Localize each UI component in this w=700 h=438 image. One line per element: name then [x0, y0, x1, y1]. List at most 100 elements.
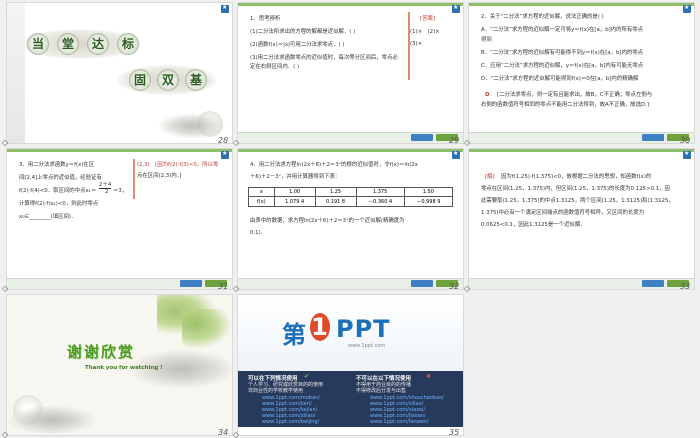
slide-text-line: 零点在区间(1.25，1.375)内，但区间(1.25，1.375)的长度为0.…: [481, 186, 670, 192]
data-table: x 1.00 1.25 1.375 1.50 f(x) 1.079 4 0.19…: [248, 187, 454, 207]
table-row: f(x) 1.079 4 0.191 8 －0.360 4 －0.998 9: [248, 196, 454, 207]
answer-text: 点在区间(2,3)内．]: [137, 173, 182, 179]
fraction-result: ＝3，: [113, 188, 128, 194]
slide-text-line: C．应用“二分法”求方程的近似解，y＝f(x)在[a，b]内有可能无零点: [481, 63, 644, 69]
slide-footer-bar: [469, 132, 694, 143]
slide-text-line: 得到: [481, 37, 492, 43]
table-cell: －0.360 4: [355, 196, 405, 207]
slide-footer-bar: [7, 278, 232, 289]
top-accent-bar: [469, 149, 694, 152]
slide-text-line: 此需要取(1.25，1.375)的中点1.3125，两个区间(1.25，1.31…: [481, 198, 674, 204]
slide-text-line: D．“二分法”求方程的近似解可能得到f(x)＝0在[a，b]内的精确解: [481, 76, 639, 82]
title-char-2: 堂: [57, 33, 79, 55]
slide-thumbnail-28[interactable]: 当 堂 达 标 固 双 基: [6, 2, 233, 144]
willow-leaves-decoration: [182, 309, 232, 349]
slide-footer-bar: [238, 132, 463, 143]
slide-star-icon: [683, 150, 691, 159]
slide-number: 29: [449, 136, 460, 145]
logo-char: 第: [282, 321, 307, 349]
slide-number: 34: [218, 428, 229, 437]
slide-text-line: A．“二分法”求方程的近似解一定可将y＝f(x)在[a，b]内的所有零点: [481, 27, 644, 33]
answer-text: (3)×: [410, 41, 423, 47]
slide-text-line: 3．用二分法求函数y＝f(x)在区: [19, 162, 95, 168]
slide-text-line: 1.375)中必有一个满足区间端点的函数值符号相异，又区间的长度为: [481, 210, 645, 216]
slide-text-line: 由表中的数据，求方程ln(2x＋6)＋2＝3ˣ的一个近似解(精确度为: [250, 218, 405, 224]
slide-text-line: 间[2,4]上零点的近似值，经验证有: [19, 175, 102, 181]
slide-star-icon: [452, 4, 460, 13]
table-cell: 1.079 4: [273, 196, 316, 207]
slide-text-line: 1．思考辨析: [250, 16, 281, 22]
ink-landscape-decoration: [7, 405, 97, 435]
title-char-4: 标: [117, 33, 139, 55]
slide-star-icon: [221, 150, 229, 159]
slide-text-line: f(2)·f(4)<0．取区间的中点x₁＝: [19, 188, 97, 194]
slide-text-line: 2．关于“二分法”求方程的近似解，说法正确的是( ): [481, 14, 604, 20]
slide-thumbnail-31[interactable]: 3．用二分法求函数y＝f(x)在区 间[2,4]上零点的近似值，经验证有 f(2…: [6, 148, 233, 290]
footer-nav-badge: [642, 134, 664, 141]
slide-star-icon: [683, 4, 691, 13]
logo-number: 1: [310, 313, 330, 341]
ink-landscape-decoration: [157, 113, 227, 139]
cross-icon: ✖: [426, 374, 432, 380]
slide-text-line: 0.0625<0.1，因此1.3125是一个近似解．: [481, 222, 586, 228]
footer-nav-badge: [642, 280, 664, 287]
allowed-item: 非商业性的学校教学使用: [248, 388, 304, 394]
slide-text-line: (1)二分法所求出的方程的解都是近似解．( ): [250, 29, 356, 35]
allowed-heading: 可以在下列情况使用: [248, 376, 298, 382]
top-accent-bar: [7, 149, 232, 152]
slide-corner-mark: ◇: [2, 430, 9, 438]
license-info-panel: 可以在下列情况使用 ✔ 不可以在以下情况使用 ✖ 个人学习、研究或欣赏目的的使用…: [238, 371, 463, 427]
slide-text-line: 计算得f(2)·f(x₁)<0，则此时零点: [19, 201, 99, 207]
decorative-ribbon: [7, 3, 25, 143]
subtitle-char-2: 双: [157, 69, 179, 91]
slide-footer-bar: [469, 278, 694, 289]
slide-number: 31: [218, 282, 229, 291]
footer-nav-badge: [411, 280, 433, 287]
slide-thumbnail-33[interactable]: [解] 因为f(1.25)·f(1.375)<0，故根据二分法的思想，知函数f(…: [468, 148, 695, 290]
top-accent-bar: [238, 149, 463, 152]
title-char-1: 当: [27, 33, 49, 55]
slide-corner-mark: ◇: [464, 284, 471, 293]
slide-corner-mark: ◇: [2, 138, 9, 147]
table-cell: 1.25: [314, 187, 357, 197]
slide-thumbnail-29[interactable]: 1．思考辨析 (1)二分法所求出的方程的解都是近似解．( ) (2)函数f(x)…: [237, 2, 464, 144]
answer-label: [答案]: [420, 16, 435, 22]
slide-footer-bar: [238, 278, 463, 289]
logo-ppt: PPT: [336, 315, 391, 343]
slide-text-line: (3)用二分法求函数零点的近似值时，每次等分区间后，零点必定在右侧区间内．( ): [250, 55, 398, 70]
slide-thumbnail-34[interactable]: 谢谢欣赏 Thank you for watching !: [6, 294, 233, 436]
table-cell: f(x): [248, 196, 275, 207]
slide-thumbnail-32[interactable]: 4．用二分法求方程ln(2x＋6)＋2＝3ˣ的根的近似值时，令f(x)＝ln(2…: [237, 148, 464, 290]
allowed-link[interactable]: www.1ppt.com/beijing/: [262, 419, 319, 426]
disallowed-link[interactable]: www.1ppt.com/fanwen/: [370, 419, 429, 426]
table-cell: 1.375: [355, 187, 405, 197]
solution-label: [解]: [485, 174, 495, 180]
slide-text-line: x₀∈________(填区间)．: [19, 214, 77, 220]
title-char-3: 达: [87, 33, 109, 55]
logo-url: www.1ppt.com: [348, 343, 386, 349]
disallowed-heading: 不可以在以下情况使用: [356, 376, 412, 382]
slide-corner-mark: ◇: [464, 138, 471, 147]
slide-number: 32: [449, 282, 460, 291]
answer-letter: D: [485, 92, 490, 98]
fraction-numerator: 2＋4: [99, 182, 112, 189]
explanation-text: 右侧的函数值符号相同的零点不能用二分法得到，故A不正确，故选D.]: [481, 102, 649, 108]
subtitle-char-3: 基: [185, 69, 207, 91]
top-accent-bar: [238, 3, 463, 6]
slide-number: 35: [449, 428, 460, 437]
slide-thumbnail-30[interactable]: 2．关于“二分法”求方程的近似解，说法正确的是( ) A．“二分法”求方程的近似…: [468, 2, 695, 144]
thanks-subtitle: Thank you for watching !: [85, 365, 163, 371]
slide-text-line: B．“二分法”求方程的近似解有可能得不到y＝f(x)在[a，b]内的零点: [481, 50, 644, 56]
slide-corner-mark: ◇: [233, 138, 240, 147]
answer-text: (2,3) [因为f(2)·f(3)<0，所以零: [137, 162, 219, 168]
table-cell: 0.191 8: [314, 196, 357, 207]
table-row: x 1.00 1.25 1.375 1.50: [248, 187, 454, 197]
slide-text-line: 因为f(1.25)·f(1.375)<0，故根据二分法的思想，知函数f(x)的: [501, 174, 652, 180]
slide-text-line: 0.1)．: [250, 230, 267, 236]
explanation-text: [二分法求零点，则一定有且能求出，故B，C不正确；零点左侧与: [497, 92, 653, 98]
thanks-title: 谢谢欣赏: [67, 343, 136, 361]
slide-number: 33: [680, 282, 691, 291]
slide-corner-mark: ◇: [233, 430, 240, 438]
slide-thumbnail-35[interactable]: 第 1 PPT www.1ppt.com 可以在下列情况使用 ✔ 不可以在以下情…: [237, 294, 464, 436]
subtitle-char-1: 固: [129, 69, 151, 91]
